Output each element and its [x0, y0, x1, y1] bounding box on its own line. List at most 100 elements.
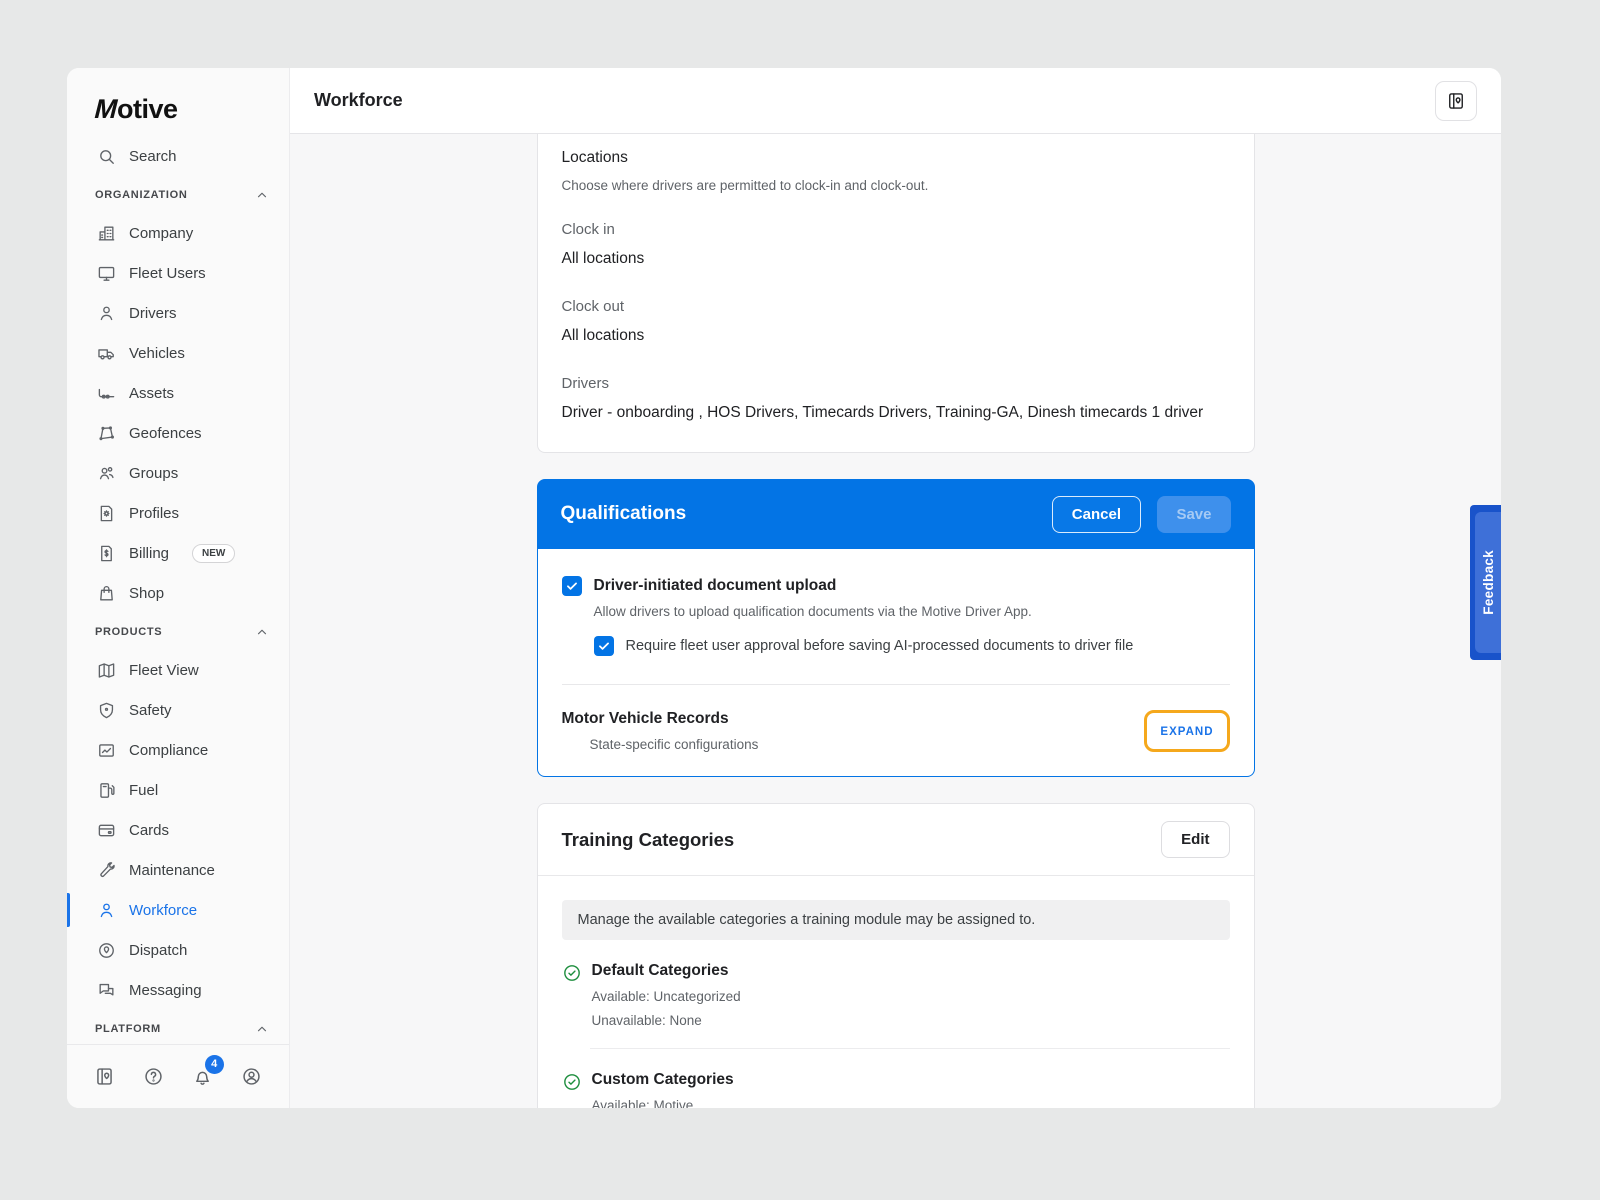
mvr-row: Motor Vehicle Records State-specific con… [562, 685, 1230, 776]
locations-card: Locations Choose where drivers are permi… [537, 134, 1255, 453]
sidebar-item-drivers[interactable]: Drivers [67, 293, 289, 333]
training-body: Manage the available categories a traini… [538, 876, 1254, 1108]
shield-icon [97, 701, 116, 720]
sidebar-item-shop[interactable]: Shop [67, 573, 289, 613]
sidebar-item-cards[interactable]: Cards [67, 810, 289, 850]
sidebar-item-fleet-users[interactable]: Fleet Users [67, 253, 289, 293]
drivers-value: Driver - onboarding , HOS Drivers, Timec… [562, 402, 1212, 424]
section-label: PRODUCTS [95, 626, 162, 638]
expand-link[interactable]: EXPAND [1160, 726, 1213, 738]
sidebar-item-workforce[interactable]: Workforce [67, 890, 289, 930]
qualifications-body: Driver-initiated document upload Allow d… [537, 549, 1255, 777]
sidebar-item-fuel[interactable]: Fuel [67, 770, 289, 810]
sidebar-item-label: Shop [129, 585, 164, 602]
sidebar-item-label: Profiles [129, 505, 179, 522]
clock-out-value: All locations [562, 325, 1230, 347]
locations-title: Locations [562, 149, 1230, 167]
training-title: Training Categories [562, 829, 735, 851]
drivers-label: Drivers [562, 375, 1230, 392]
sidebar-item-company[interactable]: Company [67, 213, 289, 253]
sidebar-item-messaging[interactable]: Messaging [67, 970, 289, 1010]
chat-bubbles-icon [97, 981, 116, 1000]
sidebar-item-billing[interactable]: Billing NEW [67, 533, 289, 573]
check-icon [565, 579, 579, 593]
sidebar-item-safety[interactable]: Safety [67, 690, 289, 730]
divider [590, 1048, 1230, 1049]
monitor-icon [97, 264, 116, 283]
sidebar-footer: 4 [67, 1044, 289, 1108]
section-header-platform[interactable]: PLATFORM [67, 1010, 289, 1044]
locations-description: Choose where drivers are permitted to cl… [562, 178, 1230, 193]
clock-in-value: All locations [562, 248, 1230, 270]
logo-rest: otive [117, 94, 178, 124]
save-button[interactable]: Save [1157, 496, 1230, 533]
feedback-tab[interactable]: Feedback [1470, 505, 1501, 660]
qualifications-header: Qualifications Cancel Save [537, 479, 1255, 549]
sidebar-item-groups[interactable]: Groups [67, 453, 289, 493]
drivers-field: Drivers Driver - onboarding , HOS Driver… [562, 375, 1230, 424]
people-group-icon [97, 464, 116, 483]
check-circle-icon [562, 963, 582, 983]
approval-checkbox[interactable] [594, 636, 614, 656]
guide-header-button[interactable] [1435, 81, 1477, 121]
chevron-up-icon [255, 625, 269, 639]
doc-upload-checkbox[interactable] [562, 576, 582, 596]
sidebar-item-geofences[interactable]: Geofences [67, 413, 289, 453]
qualifications-card: Qualifications Cancel Save Driver-initia… [537, 479, 1255, 777]
page-title: Workforce [314, 90, 403, 111]
check-circle-icon [562, 1072, 582, 1092]
sidebar-item-fleet-view[interactable]: Fleet View [67, 650, 289, 690]
section-label: ORGANIZATION [95, 189, 188, 201]
notification-count-badge: 4 [205, 1055, 224, 1074]
feedback-tab-inner: Feedback [1475, 512, 1501, 653]
edit-button[interactable]: Edit [1161, 821, 1229, 858]
sidebar-item-profiles[interactable]: Profiles [67, 493, 289, 533]
notifications-button[interactable]: 4 [190, 1064, 216, 1090]
sidebar-item-maintenance[interactable]: Maintenance [67, 850, 289, 890]
person-icon [97, 304, 116, 323]
feedback-label: Feedback [1481, 550, 1496, 615]
expand-highlight[interactable]: EXPAND [1144, 710, 1229, 752]
cancel-button[interactable]: Cancel [1052, 496, 1141, 533]
clock-out-label: Clock out [562, 298, 1230, 315]
sidebar-item-label: Fuel [129, 782, 158, 799]
sidebar-item-assets[interactable]: Assets [67, 373, 289, 413]
profile-gear-icon [97, 504, 116, 523]
qualifications-title: Qualifications [561, 503, 687, 525]
chart-frame-icon [97, 741, 116, 760]
page-header: Workforce [290, 68, 1501, 134]
section-header-organization[interactable]: ORGANIZATION [67, 176, 289, 213]
motive-logo[interactable]: Motive [67, 68, 289, 136]
shopping-bag-icon [97, 584, 116, 603]
default-unavailable: Unavailable: None [592, 1013, 741, 1028]
geofence-polygon-icon [97, 424, 116, 443]
sidebar-item-label: Groups [129, 465, 178, 482]
sidebar-item-compliance[interactable]: Compliance [67, 730, 289, 770]
sidebar-item-label: Safety [129, 702, 172, 719]
help-button[interactable] [140, 1064, 166, 1090]
chevron-up-icon [255, 1022, 269, 1036]
person-icon [97, 901, 116, 920]
sidebar-item-dispatch[interactable]: Dispatch [67, 930, 289, 970]
sidebar-item-label: Compliance [129, 742, 208, 759]
training-banner: Manage the available categories a traini… [562, 900, 1230, 940]
default-categories-group: Default Categories Available: Uncategori… [562, 962, 1230, 1028]
sidebar-item-label: Drivers [129, 305, 177, 322]
truck-icon [97, 344, 116, 363]
sidebar-item-label: Billing [129, 545, 169, 562]
app-window: Motive Search ORGANIZATION Company Fleet… [67, 68, 1501, 1108]
section-header-products[interactable]: PRODUCTS [67, 613, 289, 650]
page-content: Locations Choose where drivers are permi… [290, 134, 1501, 1108]
custom-categories-group: Custom Categories Available: Motive Unav… [562, 1071, 1230, 1108]
guide-button[interactable] [91, 1064, 117, 1090]
clock-in-field: Clock in All locations [562, 221, 1230, 270]
sidebar-item-vehicles[interactable]: Vehicles [67, 333, 289, 373]
sidebar-nav: Search ORGANIZATION Company Fleet Users … [67, 136, 289, 1044]
clock-in-label: Clock in [562, 221, 1230, 238]
new-badge: NEW [192, 544, 235, 563]
training-categories-card: Training Categories Edit Manage the avai… [537, 803, 1255, 1108]
account-button[interactable] [239, 1064, 265, 1090]
sidebar-item-search[interactable]: Search [67, 136, 289, 176]
wrench-icon [97, 861, 116, 880]
mvr-subtitle: State-specific configurations [590, 737, 759, 752]
